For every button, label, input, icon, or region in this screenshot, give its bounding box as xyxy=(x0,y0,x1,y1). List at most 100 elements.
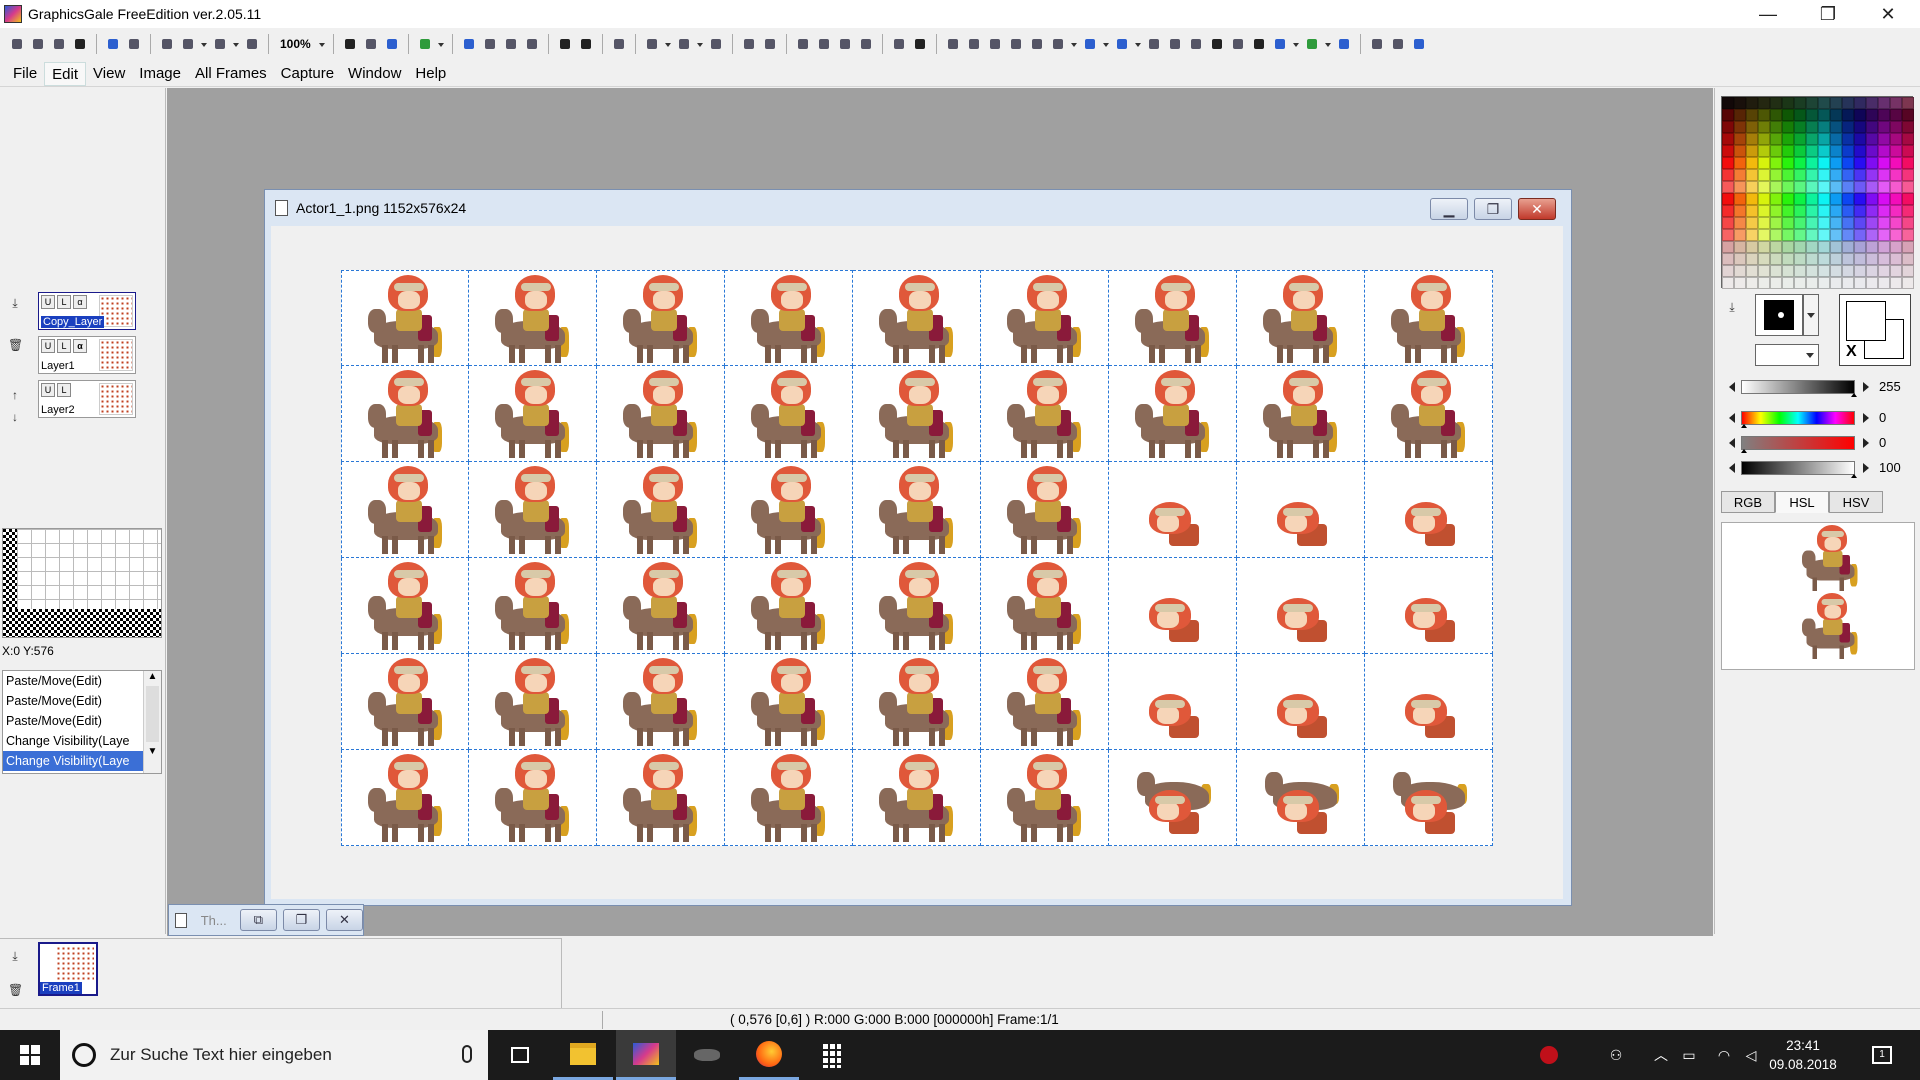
palette-swatch[interactable] xyxy=(1770,253,1782,265)
layer-item-copy-layer[interactable]: U L α Copy_Layer xyxy=(38,292,136,330)
gradient-icon[interactable] xyxy=(1303,35,1321,53)
layer-item-layer2[interactable]: U L Layer2 xyxy=(38,380,136,418)
palette-swatch[interactable] xyxy=(1902,241,1914,253)
close-button-mini[interactable]: ✕ xyxy=(325,909,363,931)
palette-swatch[interactable] xyxy=(1782,265,1794,277)
palette-swatch[interactable] xyxy=(1758,109,1770,121)
palette-swatch[interactable] xyxy=(1902,121,1914,133)
slider-knob[interactable] xyxy=(1851,474,1857,478)
layer-down-icon[interactable] xyxy=(556,35,574,53)
layer-item-layer1[interactable]: U L α Layer1 xyxy=(38,336,136,374)
palette-swatch[interactable] xyxy=(1806,133,1818,145)
palette-swatch[interactable] xyxy=(1794,277,1806,289)
sprite-cell[interactable] xyxy=(597,462,725,558)
palette-swatch[interactable] xyxy=(1722,133,1734,145)
sprite-cell[interactable] xyxy=(341,558,469,654)
mirror-icon[interactable] xyxy=(1368,35,1386,53)
palette-swatch[interactable] xyxy=(1734,205,1746,217)
filled-rectangle-icon[interactable] xyxy=(1208,35,1226,53)
frame-copy-icon[interactable] xyxy=(675,35,693,53)
sprite-cell[interactable] xyxy=(469,270,597,366)
palette-swatch[interactable] xyxy=(1782,181,1794,193)
sprite-cell[interactable] xyxy=(1237,654,1365,750)
palette-swatch[interactable] xyxy=(1770,217,1782,229)
slider-knob[interactable] xyxy=(1741,449,1747,453)
sprite-cell[interactable] xyxy=(725,654,853,750)
foreground-color-swatch[interactable] xyxy=(1846,301,1886,341)
palette-swatch[interactable] xyxy=(1818,157,1830,169)
tab-rgb[interactable]: RGB xyxy=(1721,491,1775,513)
palette-swatch[interactable] xyxy=(1854,181,1866,193)
palette-swatch[interactable] xyxy=(1770,205,1782,217)
new-file-icon[interactable] xyxy=(8,35,26,53)
palette-swatch[interactable] xyxy=(1902,97,1914,109)
palette-swatch[interactable] xyxy=(1746,205,1758,217)
palette-swatch[interactable] xyxy=(1746,121,1758,133)
sprite-cell[interactable] xyxy=(981,366,1109,462)
palette-swatch[interactable] xyxy=(1806,157,1818,169)
palette-swatch[interactable] xyxy=(1782,157,1794,169)
palette-swatch[interactable] xyxy=(1854,169,1866,181)
eyedropper-icon[interactable] xyxy=(1113,35,1131,53)
slider-decrease-icon[interactable] xyxy=(1729,463,1735,473)
palette-swatch[interactable] xyxy=(1722,241,1734,253)
ellipse-icon[interactable] xyxy=(1229,35,1247,53)
sprite-cell[interactable] xyxy=(1109,270,1237,366)
save-icon[interactable] xyxy=(71,35,89,53)
maximize-button[interactable]: ❐ xyxy=(1800,0,1856,28)
palette-swatch[interactable] xyxy=(1770,145,1782,157)
pixel-grid-icon[interactable] xyxy=(362,35,380,53)
palette-swatch[interactable] xyxy=(1890,193,1902,205)
palette-swatch[interactable] xyxy=(1722,145,1734,157)
palette-swatch[interactable] xyxy=(1722,253,1734,265)
sprite-cell[interactable] xyxy=(1237,558,1365,654)
palette-swatch[interactable] xyxy=(1818,133,1830,145)
palette-swatch[interactable] xyxy=(1854,145,1866,157)
palette-swatch[interactable] xyxy=(1830,265,1842,277)
palette-swatch[interactable] xyxy=(1734,121,1746,133)
palette-swatch[interactable] xyxy=(1794,157,1806,169)
frame-icon[interactable] xyxy=(643,35,661,53)
palette-swatch[interactable] xyxy=(1758,157,1770,169)
calculator-icon[interactable] xyxy=(801,1030,861,1080)
palette-swatch[interactable] xyxy=(1866,241,1878,253)
palette-swatch[interactable] xyxy=(1806,217,1818,229)
palette-swatch[interactable] xyxy=(1782,97,1794,109)
sprite-cell[interactable] xyxy=(1365,462,1493,558)
sprite-cell[interactable] xyxy=(725,366,853,462)
frame-properties-icon[interactable] xyxy=(794,35,812,53)
firefox-icon[interactable] xyxy=(739,1030,799,1080)
palette-swatch[interactable] xyxy=(1806,193,1818,205)
palette-swatch[interactable] xyxy=(1842,217,1854,229)
palette-swatch[interactable] xyxy=(1890,157,1902,169)
frame-delete-icon[interactable] xyxy=(707,35,725,53)
palette-swatch[interactable] xyxy=(1854,253,1866,265)
brush-shape-selector[interactable] xyxy=(1755,294,1803,336)
palette-swatch[interactable] xyxy=(1878,181,1890,193)
palette-swatch[interactable] xyxy=(1770,109,1782,121)
palette-swatch[interactable] xyxy=(1842,265,1854,277)
sprite-cell[interactable] xyxy=(341,750,469,846)
palette-swatch[interactable] xyxy=(1866,205,1878,217)
sprite-cell[interactable] xyxy=(341,366,469,462)
palette-swatch[interactable] xyxy=(1866,229,1878,241)
palette-swatch[interactable] xyxy=(1878,241,1890,253)
history-item-selected[interactable]: Change Visibility(Laye xyxy=(3,751,143,771)
sprite-cell[interactable] xyxy=(469,654,597,750)
text-icon[interactable] xyxy=(1335,35,1353,53)
palette-swatch[interactable] xyxy=(1866,97,1878,109)
sprite-cell[interactable] xyxy=(981,270,1109,366)
palette-swatch[interactable] xyxy=(1878,253,1890,265)
frame-list-icon[interactable] xyxy=(857,35,875,53)
palette-swatch[interactable] xyxy=(1746,169,1758,181)
palette-swatch[interactable] xyxy=(1854,133,1866,145)
palette-swatch[interactable] xyxy=(1746,217,1758,229)
palette-swatch[interactable] xyxy=(1746,157,1758,169)
menu-window[interactable]: Window xyxy=(341,62,408,86)
palette-swatch[interactable] xyxy=(1734,181,1746,193)
palette-swatch[interactable] xyxy=(1758,121,1770,133)
fill-dropdown[interactable] xyxy=(1292,35,1300,53)
palette-swatch[interactable] xyxy=(1782,229,1794,241)
palette-swatch[interactable] xyxy=(1842,133,1854,145)
palette-swatch[interactable] xyxy=(1842,97,1854,109)
